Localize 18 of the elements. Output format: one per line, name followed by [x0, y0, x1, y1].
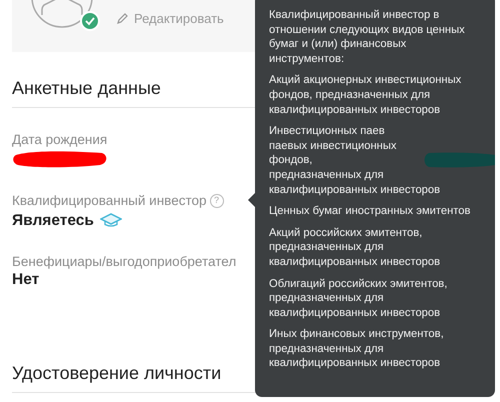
edit-link[interactable]: Редактировать: [116, 11, 224, 26]
tooltip-text: Облигаций российских эмитентов, предназначенных для квалифицированных инвесторов: [269, 276, 448, 320]
tooltip-text: Акций акционерных инвестиционных фондов, предназначенных для квалифицированных инвесторов: [269, 73, 462, 118]
tooltip-text: Акций российских эмитентов, предназначенных для квалифицированных инвесторов: [269, 226, 442, 270]
field-label: Бенефициары/выгодоприобретател: [12, 254, 236, 269]
section-title: Удостоверение личности: [12, 363, 222, 384]
graduation-cap-icon: [100, 213, 122, 227]
help-icon[interactable]: ?: [210, 194, 224, 208]
tooltip-text: Ценных бумаг иностранных эмитентов: [269, 204, 471, 219]
field-label: Дата рождения: [12, 132, 108, 147]
tooltip-text: предназначенных для квалифицированных инвесторов: [269, 168, 442, 198]
field-label: Квалифицированный инвестор: [12, 193, 207, 208]
pencil-icon: [116, 12, 129, 25]
tooltip-text: Иных финансовых инструментов, предназначенных для квалифицированных инвесторов: [269, 327, 445, 372]
section-title: Анкетные данные: [12, 78, 162, 99]
field-value: Являетесь: [12, 212, 94, 230]
field-value: Нет: [12, 271, 40, 289]
tooltip-text: Квалифицированный инвестор в отношении следующих видов ценных бумаг и (или) финансовых инструментов:: [269, 8, 466, 66]
